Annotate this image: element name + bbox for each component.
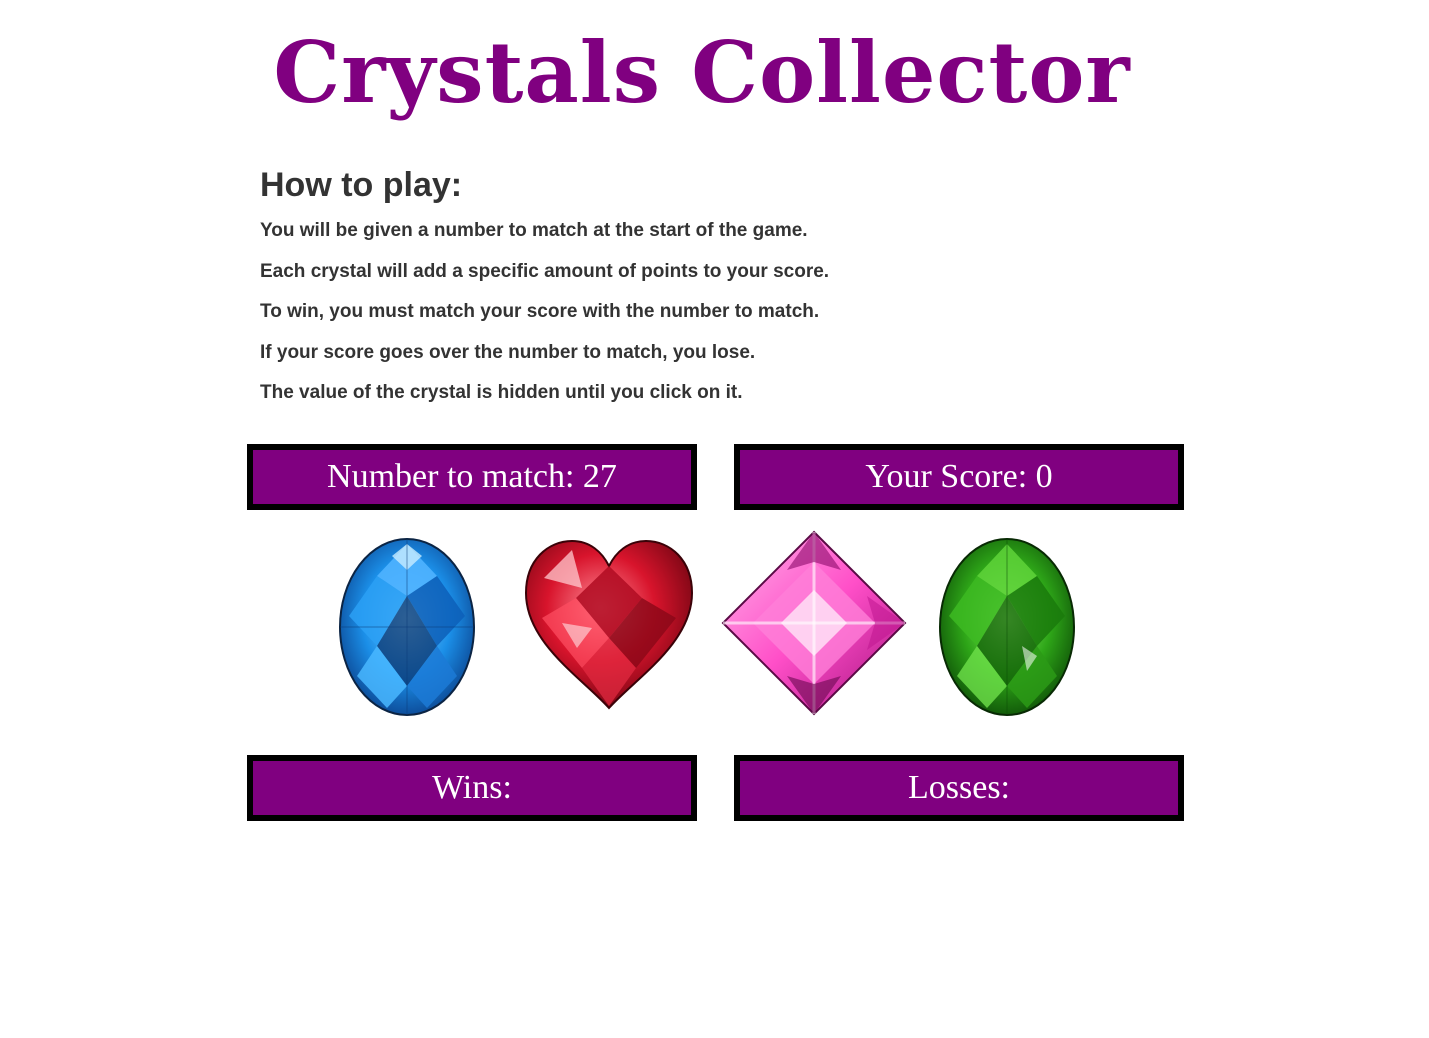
instruction-rule-5: The value of the crystal is hidden until… bbox=[260, 382, 743, 403]
number-to-match-box: Number to match: 27 bbox=[247, 444, 697, 510]
instruction-rule-3: To win, you must match your score with t… bbox=[260, 301, 820, 322]
instructions-panel: How to play: You will be given a number … bbox=[260, 163, 1160, 422]
page-title: Crystals Collector bbox=[273, 23, 1131, 122]
instructions-heading: How to play: bbox=[260, 166, 463, 204]
your-score-box: Your Score: 0 bbox=[734, 444, 1184, 510]
instruction-rule-4: If your score goes over the number to ma… bbox=[260, 341, 756, 363]
pink-crystal-button[interactable] bbox=[721, 530, 907, 716]
instruction-rule-1: You will be given a number to match at t… bbox=[260, 220, 808, 241]
wins-box: Wins: bbox=[247, 755, 697, 821]
losses-box: Losses: bbox=[734, 755, 1184, 821]
blue-crystal-button[interactable] bbox=[337, 536, 477, 718]
green-crystal-button[interactable] bbox=[937, 536, 1077, 718]
red-crystal-button[interactable] bbox=[522, 538, 696, 712]
instruction-rule-2: Each crystal will add a specific amount … bbox=[260, 260, 830, 282]
